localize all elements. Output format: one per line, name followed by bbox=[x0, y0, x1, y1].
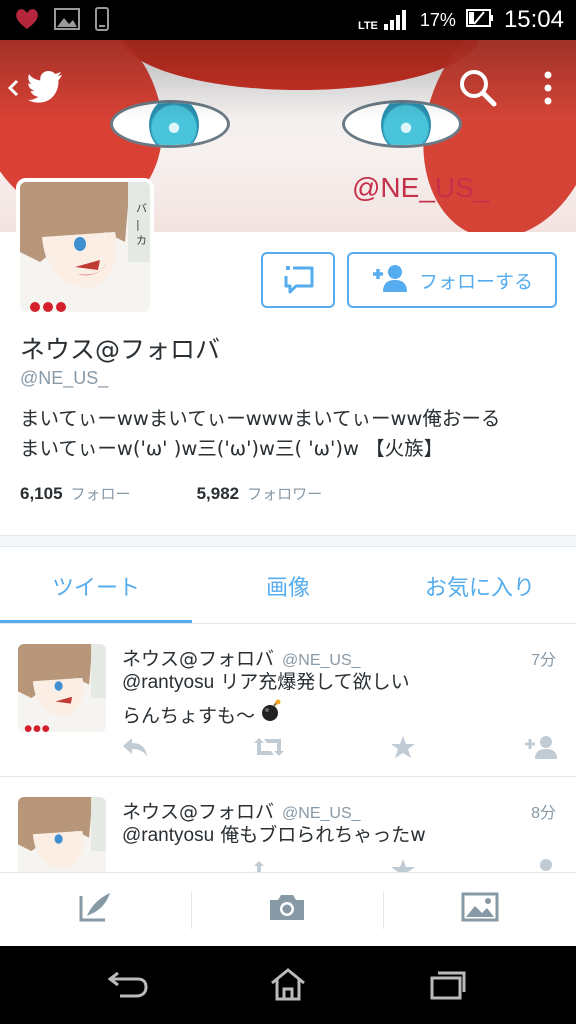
search-icon bbox=[456, 70, 500, 114]
following-label: フォロー bbox=[70, 486, 131, 503]
nav-home-button[interactable] bbox=[258, 964, 318, 1008]
retweet-icon bbox=[253, 736, 285, 762]
back-chevron-icon bbox=[6, 76, 20, 104]
more-vertical-icon bbox=[534, 71, 562, 114]
follow-button[interactable]: フォローする bbox=[347, 252, 557, 308]
network-label: LTE bbox=[357, 20, 378, 32]
system-nav-bar bbox=[0, 946, 576, 1024]
tweet-mention[interactable]: @rantyosu bbox=[122, 672, 214, 693]
profile-tabs: ツイート 画像 お気に入り bbox=[0, 548, 576, 624]
compose-quill-icon bbox=[77, 890, 113, 928]
svg-text:バ: バ bbox=[136, 202, 147, 215]
tab-images[interactable]: 画像 bbox=[192, 548, 384, 624]
signal-icon: LTE bbox=[358, 8, 410, 32]
tweet-actions bbox=[118, 857, 562, 872]
add-user-icon bbox=[523, 734, 559, 764]
retweet-icon bbox=[253, 859, 285, 872]
nav-home-icon bbox=[268, 967, 308, 1005]
camera-icon bbox=[268, 892, 306, 926]
status-bar: LTE 17% 15:04 bbox=[0, 0, 576, 40]
section-separator bbox=[0, 535, 576, 547]
heart-notification-icon bbox=[14, 7, 40, 35]
add-user-icon bbox=[523, 857, 559, 872]
banner-handle-text: @NE_US_ bbox=[352, 172, 490, 203]
image-notification-icon bbox=[54, 7, 80, 35]
profile-bio: まいてぃーwwまいてぃーwwwまいてぃーww俺おーる まいてぃーw('ω' )w… bbox=[20, 407, 501, 460]
profile-avatar[interactable]: バ | カ bbox=[16, 178, 154, 316]
tweet-item[interactable]: ネウス@フォロバ @NE_US_ 7分 @rantyosu リア充爆発して欲しい … bbox=[0, 624, 576, 776]
nav-back-icon bbox=[106, 969, 150, 1003]
follow-button-label: フォローする bbox=[418, 270, 533, 293]
tweet-avatar[interactable] bbox=[18, 644, 106, 732]
tweet-item[interactable]: ネウス@フォロバ @NE_US_ 8分 @rantyosu 俺もブロられちゃったw bbox=[0, 777, 576, 872]
tab-favorites[interactable]: お気に入り bbox=[384, 548, 576, 624]
twitter-bird-icon bbox=[26, 71, 66, 109]
followers-label: フォロワー bbox=[247, 486, 323, 503]
battery-percent: 17% bbox=[419, 9, 456, 30]
bomb-emoji-icon bbox=[259, 699, 283, 733]
search-button[interactable] bbox=[456, 66, 500, 110]
followers-count: 5,982 bbox=[196, 484, 240, 503]
reply-icon bbox=[121, 736, 149, 762]
favorite-button[interactable] bbox=[386, 857, 420, 872]
tweet-text-line: リア充爆発して欲しい bbox=[220, 671, 410, 693]
nav-recents-button[interactable] bbox=[418, 964, 478, 1008]
compose-tweet-button[interactable] bbox=[71, 887, 119, 931]
tweet-text: @rantyosu リア充爆発して欲しい らんちょすも〜 bbox=[122, 666, 562, 733]
battery-icon bbox=[465, 8, 494, 32]
message-add-icon bbox=[280, 262, 316, 298]
tweet-actions bbox=[118, 734, 562, 764]
profile-stats: 6,105 フォロー 5,982 フォロワー bbox=[20, 483, 322, 504]
retweet-button[interactable] bbox=[252, 857, 286, 872]
compose-bar bbox=[0, 872, 576, 946]
tweet-text-line: らんちょすも〜 bbox=[122, 705, 256, 727]
camera-button[interactable] bbox=[263, 887, 311, 931]
more-options-button[interactable] bbox=[534, 66, 562, 110]
tweet-text-line: 俺もブロられちゃったw bbox=[220, 824, 426, 846]
tweet-mention[interactable]: @rantyosu bbox=[122, 825, 214, 846]
tweet-avatar[interactable] bbox=[18, 797, 106, 872]
direct-message-button[interactable] bbox=[261, 252, 335, 308]
follow-user-button[interactable] bbox=[524, 857, 558, 872]
star-icon bbox=[390, 857, 416, 872]
nav-back-button[interactable] bbox=[98, 964, 158, 1008]
tweet-text: @rantyosu 俺もブロられちゃったw bbox=[122, 819, 562, 852]
clock: 15:04 bbox=[503, 6, 564, 33]
gallery-button[interactable] bbox=[456, 887, 504, 931]
star-icon bbox=[390, 734, 416, 764]
following-count: 6,105 bbox=[20, 484, 63, 503]
follow-user-button[interactable] bbox=[524, 734, 558, 764]
add-user-icon bbox=[371, 263, 409, 298]
nav-recents-icon bbox=[428, 968, 468, 1004]
tab-tweets[interactable]: ツイート bbox=[0, 548, 192, 624]
retweet-button[interactable] bbox=[252, 734, 286, 764]
profile-handle: @NE_US_ bbox=[20, 368, 109, 388]
reply-button[interactable] bbox=[118, 734, 152, 764]
svg-text:|: | bbox=[136, 218, 140, 231]
profile-display-name: ネウス@フォロバ bbox=[20, 335, 221, 364]
svg-text:カ: カ bbox=[136, 234, 147, 247]
phone-notification-icon bbox=[94, 7, 110, 35]
following-stat[interactable]: 6,105 フォロー bbox=[20, 483, 131, 504]
back-button[interactable] bbox=[6, 68, 76, 112]
favorite-button[interactable] bbox=[386, 734, 420, 764]
image-icon bbox=[461, 892, 499, 926]
followers-stat[interactable]: 5,982 フォロワー bbox=[197, 483, 323, 504]
